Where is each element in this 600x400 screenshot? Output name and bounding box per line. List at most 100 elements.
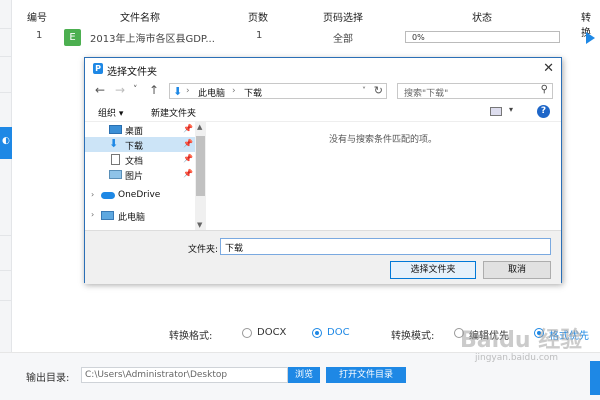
document-icon	[111, 154, 120, 165]
browse-button[interactable]: 浏览	[288, 367, 320, 383]
progress-bar: 0%	[405, 31, 560, 43]
header-no: 编号	[27, 13, 47, 24]
radio-docx[interactable]	[242, 328, 252, 338]
dialog-footer: 文件夹: 下载 选择文件夹 取消	[85, 230, 561, 284]
refresh-icon[interactable]: ↻	[374, 84, 383, 97]
new-folder-button[interactable]: 新建文件夹	[151, 106, 196, 119]
picture-icon	[109, 170, 122, 179]
format-label: 转换格式:	[169, 331, 213, 342]
option-doc-label[interactable]: DOC	[327, 327, 350, 338]
dialog-toolbar: 组织 ▾ 新建文件夹 ▾ ?	[85, 102, 561, 122]
watermark-url: jingyan.baidu.com	[475, 353, 559, 363]
sidebar-divider	[0, 28, 12, 29]
address-dropdown-icon[interactable]: ˅	[362, 86, 366, 95]
scroll-up-icon[interactable]: ▲	[197, 123, 202, 131]
mode-label: 转换模式:	[391, 331, 435, 342]
pin-icon: 📌	[183, 169, 193, 178]
forward-arrow-icon[interactable]: →	[115, 83, 125, 97]
scroll-down-icon[interactable]: ▼	[197, 221, 202, 229]
sidebar-divider	[0, 235, 12, 236]
nav-item-onedrive[interactable]: › OneDrive	[85, 188, 195, 203]
nav-item-label: 桌面	[125, 127, 144, 137]
folder-name-value: 下载	[225, 244, 244, 254]
nav-item-label: 此电脑	[118, 213, 146, 223]
radio-doc[interactable]	[312, 328, 322, 338]
help-icon[interactable]: ?	[537, 105, 550, 118]
start-convert-button[interactable]	[590, 361, 600, 395]
cancel-button[interactable]: 取消	[483, 261, 551, 279]
view-dropdown-icon[interactable]: ▾	[509, 105, 513, 114]
address-bar[interactable]: ⬇ › 此电脑 › 下载 ˅ ↻	[169, 83, 387, 99]
navigation-pane: 桌面 📌 ⬇ 下载 📌 文档 📌 图片 📌 › OneDrive › 此电脑	[85, 122, 206, 230]
download-icon: ⬇	[109, 137, 119, 150]
header-file-name: 文件名称	[120, 13, 160, 24]
search-placeholder: 搜索"下载"	[404, 89, 449, 99]
pin-icon: 📌	[183, 154, 193, 163]
sidebar-selected-icon: ◐	[2, 136, 10, 146]
open-directory-button[interactable]: 打开文件目录	[326, 367, 406, 383]
output-path-value: C:\Users\Administrator\Desktop	[85, 370, 228, 380]
recent-dropdown-icon[interactable]: ˅	[133, 85, 138, 95]
output-label: 输出目录:	[26, 373, 70, 384]
baidu-watermark: Baidu 经验	[460, 328, 583, 353]
header-status: 状态	[472, 13, 492, 24]
nav-item-label: 文档	[125, 157, 144, 167]
output-path-input[interactable]: C:\Users\Administrator\Desktop	[81, 367, 288, 383]
close-icon[interactable]: ✕	[543, 61, 554, 76]
header-pages: 页数	[248, 13, 268, 24]
nav-item-label: 下载	[125, 142, 144, 152]
pin-icon: 📌	[183, 124, 193, 133]
breadcrumb-separator: ›	[186, 86, 190, 96]
nav-item-label: 图片	[125, 172, 144, 182]
pin-icon: 📌	[183, 139, 193, 148]
up-arrow-icon[interactable]: ↑	[149, 83, 159, 97]
breadcrumb-this-pc[interactable]: 此电脑	[198, 86, 225, 99]
excel-file-icon: E	[64, 29, 81, 46]
select-folder-button[interactable]: 选择文件夹	[390, 261, 476, 279]
folder-label: 文件夹:	[188, 245, 219, 255]
dialog-title: 选择文件夹	[107, 67, 157, 78]
play-icon[interactable]	[586, 32, 595, 44]
row-pages: 1	[256, 30, 263, 41]
scroll-thumb[interactable]	[196, 136, 205, 196]
expand-icon[interactable]: ›	[91, 210, 94, 219]
sidebar-divider	[0, 300, 12, 301]
nav-item-downloads[interactable]: ⬇ 下载 📌	[85, 137, 195, 152]
desktop-icon	[109, 125, 122, 134]
search-icon: ⚲	[540, 84, 548, 95]
back-arrow-icon[interactable]: ←	[95, 83, 105, 97]
folder-name-input[interactable]: 下载	[220, 238, 551, 255]
empty-message: 没有与搜索条件匹配的项。	[329, 135, 438, 145]
header-page-select: 页码选择	[323, 13, 363, 24]
row-no: 1	[36, 30, 43, 41]
search-input[interactable]: 搜索"下载" ⚲	[397, 83, 553, 99]
sidebar-selected-item[interactable]: ◐	[0, 127, 12, 159]
view-icon[interactable]	[490, 107, 502, 116]
file-table-header: 编号 文件名称 页数 页码选择 状态 转换	[12, 0, 600, 39]
nav-scrollbar[interactable]: ▲ ▼	[195, 122, 206, 230]
organize-button[interactable]: 组织 ▾	[98, 106, 123, 119]
row-page-select[interactable]: 全部	[333, 30, 353, 45]
sidebar-divider	[0, 270, 12, 271]
cloud-icon	[101, 192, 115, 199]
app-icon: P	[93, 63, 103, 74]
option-docx-label[interactable]: DOCX	[257, 327, 286, 338]
nav-item-documents[interactable]: 文档 📌	[85, 152, 195, 167]
address-row: ← → ˅ ↑ ⬇ › 此电脑 › 下载 ˅ ↻ 搜索"下载" ⚲	[85, 80, 561, 102]
row-file-name: 2013年上海市各区县GDP...	[90, 34, 215, 45]
expand-icon[interactable]: ›	[91, 190, 94, 199]
sidebar-divider	[0, 92, 12, 93]
sidebar-divider	[0, 56, 12, 57]
progress-text: 0%	[412, 33, 425, 42]
breadcrumb-downloads[interactable]: 下载	[244, 86, 262, 99]
nav-item-label: OneDrive	[118, 190, 161, 200]
left-sidebar: ◐	[0, 0, 12, 400]
nav-item-pictures[interactable]: 图片 📌	[85, 167, 195, 182]
nav-item-desktop[interactable]: 桌面 📌	[85, 122, 195, 137]
computer-icon	[101, 211, 114, 220]
nav-item-this-pc[interactable]: › 此电脑	[85, 208, 195, 223]
download-icon: ⬇	[173, 85, 183, 98]
select-folder-dialog: P 选择文件夹 ✕ ← → ˅ ↑ ⬇ › 此电脑 › 下载 ˅ ↻ 搜索"下载…	[84, 57, 562, 284]
breadcrumb-separator: ›	[232, 86, 236, 96]
dialog-titlebar: P 选择文件夹 ✕	[85, 58, 561, 80]
